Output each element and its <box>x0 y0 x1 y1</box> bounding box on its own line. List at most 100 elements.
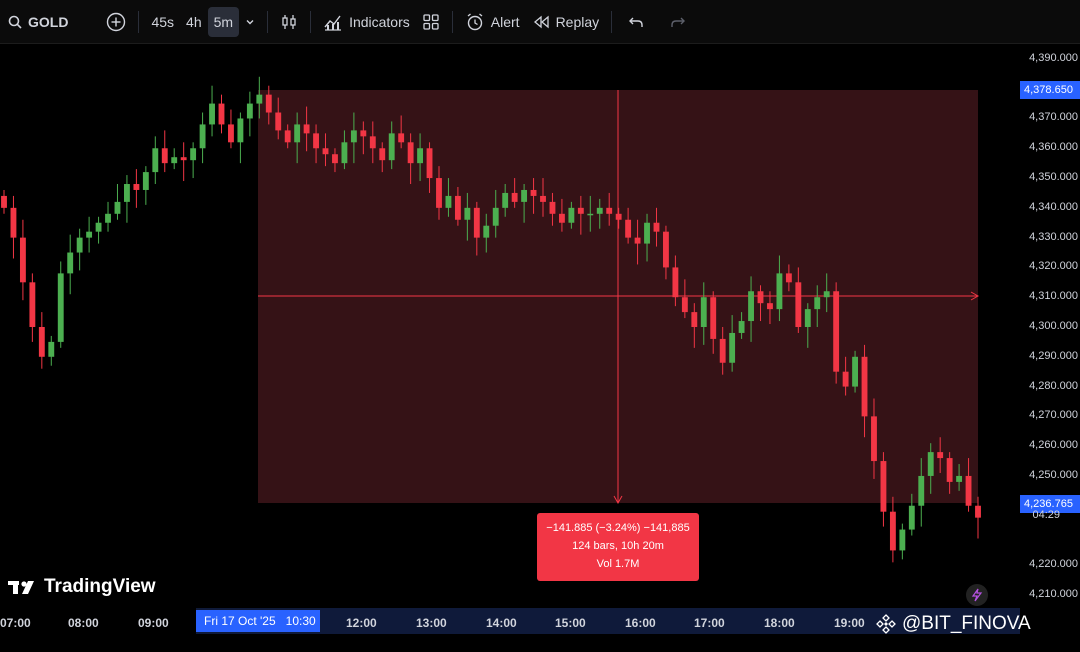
candle-body <box>738 321 745 333</box>
price-axis-label: 4,250.000 <box>1029 468 1078 481</box>
candle-body <box>57 273 64 342</box>
chart-type-button[interactable] <box>274 7 304 37</box>
candle-body <box>975 505 981 518</box>
candle-body <box>152 148 159 173</box>
interval-label: 45s <box>151 13 175 30</box>
candle-body <box>76 237 83 253</box>
symbol-search[interactable]: GOLD <box>0 7 74 37</box>
candle-body <box>483 225 490 238</box>
candle-body <box>502 192 509 208</box>
candle-body <box>10 207 17 238</box>
candle-body <box>284 130 291 143</box>
candle-body <box>871 416 877 462</box>
measure-change: −141.885 (−3.24%) −141,885 <box>546 522 690 534</box>
candle-body <box>899 529 906 551</box>
candle-body <box>625 219 632 238</box>
redo-button[interactable] <box>664 7 692 37</box>
candle-body <box>265 94 272 113</box>
candle-body <box>719 338 726 363</box>
time-range-highlight: Fri 17 Oct '25 10:30 <box>196 610 320 632</box>
candle-body <box>729 332 736 363</box>
tradingview-logo-icon <box>8 581 34 594</box>
watermark-text: @BIT_FINOVA <box>902 613 1031 634</box>
candles-icon <box>282 14 296 29</box>
candle-body <box>785 273 792 283</box>
indicators-button[interactable]: Indicators <box>317 7 416 37</box>
candle-body <box>19 237 26 283</box>
interval-5m[interactable]: 5m <box>207 6 240 37</box>
layouts-button[interactable] <box>416 7 446 37</box>
candle-body <box>407 142 414 164</box>
price-axis-label: 4,340.000 <box>1029 200 1078 213</box>
candle-body <box>303 124 310 134</box>
candle-body <box>700 297 707 327</box>
candle-body <box>48 341 55 357</box>
candle-body <box>398 133 405 143</box>
candle-body <box>767 303 773 310</box>
candle-body <box>275 112 282 131</box>
redo-icon <box>671 17 686 27</box>
candle-body <box>341 142 348 164</box>
candle-body <box>691 312 698 327</box>
price-axis-label: 4,290.000 <box>1029 349 1078 362</box>
candle-body <box>880 461 887 512</box>
logo-text: TradingView <box>44 576 156 597</box>
candle-body <box>95 222 102 232</box>
compare-symbol-button[interactable] <box>100 7 132 37</box>
candle-body <box>388 133 395 161</box>
candle-body <box>776 273 783 310</box>
alert-label: Alert <box>490 13 520 30</box>
price-axis-label: 4,300.000 <box>1029 320 1078 332</box>
candle-body <box>464 207 471 220</box>
rewind-icon <box>533 15 549 28</box>
candle-body <box>795 282 802 327</box>
candle-body <box>549 201 556 214</box>
candle-body <box>965 475 972 506</box>
tradingview-logo[interactable]: TradingView <box>8 576 156 598</box>
top-toolbar: GOLD 45s 4h 5m Indicators Alert Replay <box>0 0 1080 44</box>
candle-body <box>606 207 613 214</box>
indicators-icon <box>324 15 342 31</box>
candle-body <box>530 189 537 196</box>
replay-button[interactable]: Replay <box>526 7 606 37</box>
candle-body <box>142 172 149 190</box>
candle-body <box>38 327 45 357</box>
candle-body <box>946 458 953 482</box>
candle-body <box>294 124 301 143</box>
interval-dropdown[interactable] <box>239 7 261 37</box>
interval-45s[interactable]: 45s <box>145 7 180 37</box>
interval-4h[interactable]: 4h <box>180 7 208 37</box>
price-axis-label: 4,310.000 <box>1029 290 1078 303</box>
undo-button[interactable] <box>622 7 650 37</box>
price-axis-label: 4,220.000 <box>1029 558 1078 571</box>
candle-body <box>804 309 811 327</box>
measure-bars: 124 bars, 10h 20m <box>572 540 664 552</box>
candle-body <box>521 189 528 202</box>
replay-label: Replay <box>555 13 600 30</box>
candle-body <box>332 154 338 164</box>
candle-body <box>540 195 546 202</box>
candle-body <box>313 133 319 149</box>
time-axis-label: 07:00 <box>0 616 31 630</box>
candle-body <box>833 291 840 372</box>
lightning-icon <box>971 588 983 602</box>
candle-body <box>644 222 650 244</box>
high-price-tag: 4,378.650 <box>1020 81 1080 99</box>
candle-body <box>322 148 329 155</box>
candle-body <box>86 231 93 238</box>
candle-body <box>218 103 225 125</box>
price-axis-label: 4,210.000 <box>1029 588 1078 601</box>
candle-body <box>209 103 215 125</box>
separator <box>138 10 140 33</box>
watermark: @BIT_FINOVA <box>876 613 1031 635</box>
chevron-down-icon <box>246 19 254 24</box>
alert-button[interactable]: Alert <box>459 7 526 37</box>
quick-action-button[interactable] <box>966 584 988 606</box>
candle-body <box>426 148 433 179</box>
candle-body <box>124 184 130 202</box>
price-axis-label: 4,260.000 <box>1029 439 1078 452</box>
candle-body <box>228 124 234 143</box>
candle-body <box>889 511 896 551</box>
separator <box>310 10 312 33</box>
candle-body <box>492 207 499 226</box>
